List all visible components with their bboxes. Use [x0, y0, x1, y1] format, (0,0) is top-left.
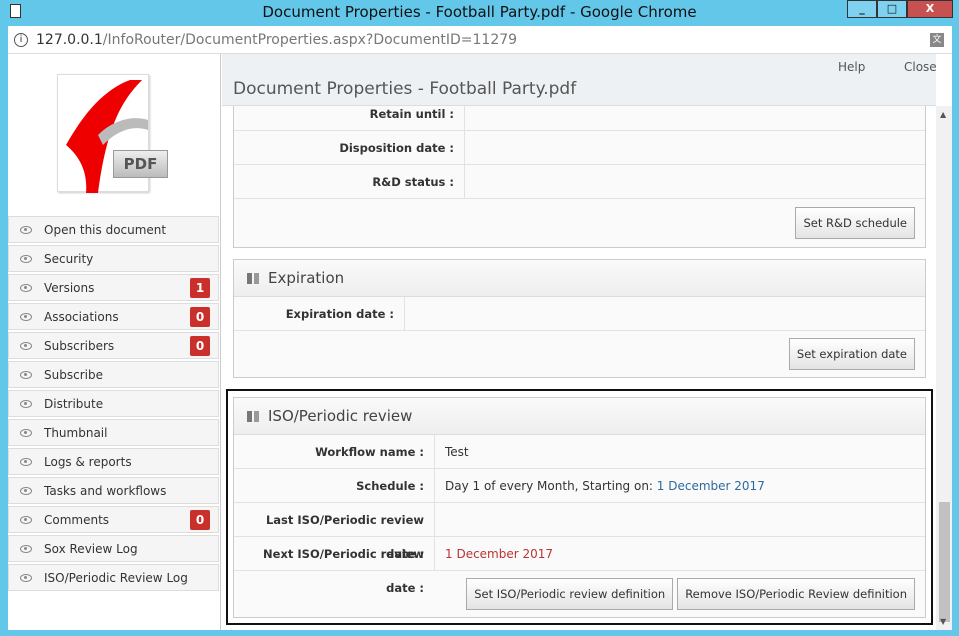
iso-title: ISO/Periodic review	[268, 407, 413, 425]
eye-icon	[20, 312, 32, 321]
eye-icon	[20, 544, 32, 553]
eye-icon	[20, 457, 32, 466]
set-rd-schedule-button[interactable]: Set R&D schedule	[795, 207, 915, 239]
set-iso-review-definition-button[interactable]: Set ISO/Periodic review definition	[466, 578, 674, 610]
page-header: Help Close Document Properties - Footbal…	[222, 54, 937, 106]
pdf-thumbnail: PDF	[57, 74, 168, 193]
workflow-name-label: Workflow name :	[234, 435, 435, 468]
sidebar-item-label: Sox Review Log	[44, 541, 138, 556]
window-title: Document Properties - Football Party.pdf…	[262, 3, 697, 21]
sidebar: PDF Open this document Security Versions 1 A…	[8, 54, 221, 630]
main-panel: Help Close Document Properties - Footbal…	[222, 54, 937, 630]
address-bar[interactable]: i 127.0.0.1/InfoRouter/DocumentPropertie…	[8, 26, 952, 54]
translate-icon[interactable]: 文	[930, 33, 944, 47]
sidebar-item-versions[interactable]: Versions 1	[8, 274, 219, 301]
scroll-up-icon[interactable]: ▲	[940, 110, 946, 119]
sidebar-item-label: Distribute	[44, 396, 104, 411]
url-host: 127.0.0.1	[36, 32, 103, 48]
document-icon	[10, 4, 21, 18]
next-review-date-label: Next ISO/Periodic review date :	[234, 537, 435, 595]
url-path: /InfoRouter/DocumentProperties.aspx?Docu…	[102, 32, 518, 48]
expiration-title: Expiration	[268, 269, 345, 287]
count-badge: 0	[190, 510, 210, 530]
rd-panel: Retain until : Disposition date : R&D st…	[233, 96, 926, 248]
pdf-label: PDF	[113, 150, 168, 178]
sidebar-item-label: Security	[44, 251, 94, 266]
count-badge: 0	[190, 307, 210, 327]
sidebar-item-label: Comments	[44, 512, 110, 527]
panel-icon	[247, 411, 259, 422]
sidebar-item-associations[interactable]: Associations 0	[8, 303, 219, 330]
sidebar-item-label: Versions	[44, 280, 95, 295]
sidebar-item-label: Thumbnail	[44, 425, 108, 440]
remove-iso-review-definition-button[interactable]: Remove ISO/Periodic Review definition	[677, 578, 915, 610]
close-window-button[interactable]: X	[907, 0, 953, 18]
eye-icon	[20, 428, 32, 437]
eye-icon	[20, 254, 32, 263]
sidebar-item-label: Open this document	[44, 222, 167, 237]
sidebar-item-thumbnail[interactable]: Thumbnail	[8, 419, 219, 446]
info-icon[interactable]: i	[14, 33, 28, 47]
sidebar-item-security[interactable]: Security	[8, 245, 219, 272]
sidebar-item-sox-review-log[interactable]: Sox Review Log	[8, 535, 219, 562]
sidebar-item-logs-reports[interactable]: Logs & reports	[8, 448, 219, 475]
expiration-date-label: Expiration date :	[234, 297, 405, 330]
sidebar-item-subscribers[interactable]: Subscribers 0	[8, 332, 219, 359]
count-badge: 0	[190, 336, 210, 356]
window-titlebar: Document Properties - Football Party.pdf…	[0, 0, 959, 24]
eye-icon	[20, 399, 32, 408]
eye-icon	[20, 573, 32, 582]
minimize-button[interactable]: _	[847, 0, 877, 18]
sidebar-item-subscribe[interactable]: Subscribe	[8, 361, 219, 388]
rd-status-label: R&D status :	[234, 165, 465, 198]
eye-icon	[20, 283, 32, 292]
page-title: Document Properties - Football Party.pdf	[233, 79, 577, 99]
set-expiration-date-button[interactable]: Set expiration date	[788, 338, 915, 370]
last-review-date-label: Last ISO/Periodic review date :	[234, 503, 435, 561]
sidebar-item-label: Subscribe	[44, 367, 103, 382]
count-badge: 1	[190, 278, 210, 298]
sidebar-item-label: Associations	[44, 309, 119, 324]
sidebar-item-label: Subscribers	[44, 338, 115, 353]
schedule-start-date: 1 December 2017	[656, 478, 765, 493]
next-review-date-value: 1 December 2017	[445, 546, 554, 561]
scrollbar[interactable]: ▲ ▼	[936, 106, 952, 630]
sidebar-item-open-this-document[interactable]: Open this document	[8, 216, 219, 243]
sidebar-item-label: Logs & reports	[44, 454, 132, 469]
eye-icon	[20, 225, 32, 234]
eye-icon	[20, 341, 32, 350]
sidebar-item-distribute[interactable]: Distribute	[8, 390, 219, 417]
schedule-value: Day 1 of every Month, Starting on:	[445, 478, 657, 493]
disposition-date-label: Disposition date :	[234, 131, 465, 164]
schedule-label: Schedule :	[234, 469, 435, 502]
help-link[interactable]: Help	[838, 60, 865, 74]
eye-icon	[20, 370, 32, 379]
workflow-name-value: Test	[445, 444, 469, 459]
panel-icon	[247, 273, 259, 284]
eye-icon	[20, 515, 32, 524]
expiration-panel: Expiration Expiration date : Set expirat…	[233, 259, 926, 378]
close-link[interactable]: Close	[904, 60, 937, 74]
sidebar-item-tasks-and-workflows[interactable]: Tasks and workflows	[8, 477, 219, 504]
scroll-down-icon[interactable]: ▼	[940, 617, 946, 626]
eye-icon	[20, 486, 32, 495]
sidebar-item-label: ISO/Periodic Review Log	[44, 570, 188, 585]
sidebar-item-iso-periodic-review-log[interactable]: ISO/Periodic Review Log	[8, 564, 219, 591]
sidebar-item-label: Tasks and workflows	[44, 483, 167, 498]
iso-review-panel: ISO/Periodic review Workflow name : Test …	[233, 397, 926, 618]
sidebar-item-comments[interactable]: Comments 0	[8, 506, 219, 533]
maximize-button[interactable]: □	[877, 0, 907, 18]
scrollbar-thumb[interactable]	[939, 502, 950, 622]
